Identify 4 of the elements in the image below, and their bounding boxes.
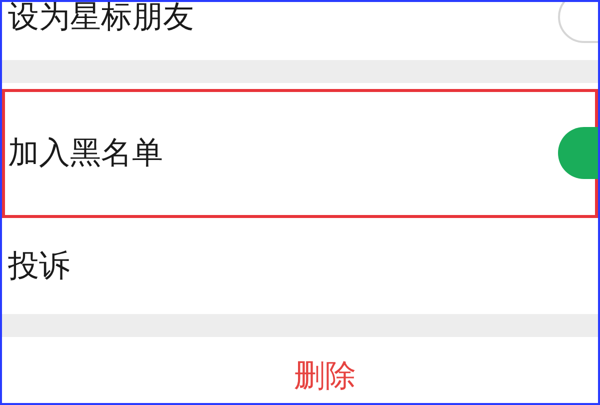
delete-button[interactable]: 删除 [294, 355, 356, 397]
settings-row[interactable]: 加入黑名单 [2, 89, 598, 218]
setting-label: 加入黑名单 [8, 134, 164, 173]
setting-label: 投诉 [8, 247, 71, 286]
